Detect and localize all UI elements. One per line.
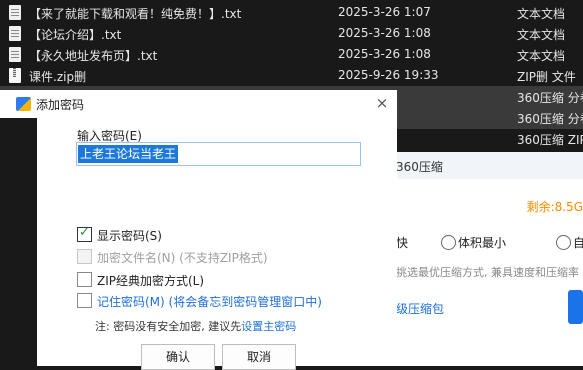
remaining-space-label: 剩余:8.5G (526, 200, 583, 214)
compress-window-titlebar: 360压缩 (396, 152, 583, 179)
remember-password-checkbox[interactable] (77, 293, 92, 308)
file-type: 文本文档 (517, 49, 566, 63)
encrypt-filenames-label: 加密文件名(N) (不支持ZIP格式) (97, 251, 268, 265)
file-type: 360压缩 ZIP (517, 133, 583, 147)
cancel-button[interactable]: 取消 (222, 344, 296, 370)
file-row[interactable]: 【来了就能下载和观看！纯免费！】.txt 2025-3-26 1:07 文本文档 (0, 2, 583, 24)
password-input-value[interactable]: 上老王论坛当老王 (78, 145, 179, 163)
ok-button[interactable]: 确认 (141, 344, 215, 370)
dialog-body: 输入密码(E) 上老王论坛当老王 显示密码(S) 加密文件名(N) (不支持ZI… (37, 118, 397, 370)
password-input[interactable]: 上老王论坛当老王 (76, 142, 361, 166)
compression-hint: 挑选最优压缩方式, 兼具速度和压缩率 (396, 266, 579, 279)
security-note: 注: 密码没有安全加密, 建议先设置主密码 (95, 318, 296, 334)
custom-option-label[interactable]: 自 (573, 234, 583, 251)
zip-file-icon (9, 68, 21, 83)
file-date: 2025-9-26 19:33 (338, 68, 439, 82)
file-name: 【永久地址发布页】.txt (29, 49, 158, 63)
file-date: 2025-3-26 1:07 (338, 5, 431, 19)
file-type: 360压缩 分卷 (517, 91, 583, 105)
compress-window: 360压缩 剩余:8.5G 快 体积最小 自 挑选最优压缩方式, 兼具速度和压缩… (396, 152, 583, 366)
txt-file-icon (9, 26, 21, 41)
file-row[interactable]: 课件.zip删 2025-9-26 19:33 ZIP删 文件 (0, 65, 583, 87)
zip-classic-label[interactable]: ZIP经典加密方式(L) (97, 272, 204, 289)
security-note-text: 注: 密码没有安全加密, 建议先 (95, 320, 242, 333)
file-type: ZIP删 文件 (517, 70, 576, 84)
remember-password-label[interactable]: 记住密码(M) (将会备忘到密码管理窗口中) (97, 293, 322, 310)
show-password-label[interactable]: 显示密码(S) (97, 227, 162, 244)
file-row[interactable]: 【论坛介绍】.txt 2025-3-26 1:08 文本文档 (0, 23, 583, 45)
archive-app-icon (16, 97, 31, 111)
dialog-left-edge (0, 118, 37, 366)
file-type: 文本文档 (517, 28, 566, 42)
file-date: 2025-3-26 1:08 (338, 47, 431, 61)
file-name: 课件.zip删 (29, 70, 87, 84)
add-password-dialog: 添加密码 × 输入密码(E) 上老王论坛当老王 显示密码(S) 加密文件名(N)… (0, 90, 397, 370)
encrypt-filenames-checkbox (77, 249, 92, 264)
start-compress-button[interactable] (568, 290, 583, 324)
file-date: 2025-3-26 1:08 (338, 26, 431, 40)
dialog-title: 添加密码 (36, 98, 85, 112)
file-name: 【论坛介绍】.txt (29, 28, 122, 42)
show-password-checkbox[interactable] (77, 225, 92, 242)
file-name: 【来了就能下载和观看！纯免费！】.txt (29, 7, 242, 21)
compress-window-title: 360压缩 (396, 160, 443, 174)
custom-option-radio[interactable] (556, 235, 571, 250)
advanced-package-link[interactable]: 级压缩包 (396, 300, 444, 317)
file-type: 文本文档 (517, 7, 566, 21)
set-master-password-link[interactable]: 设置主密码 (241, 320, 296, 333)
txt-file-icon (9, 5, 21, 20)
zip-classic-checkbox[interactable] (77, 272, 92, 287)
speed-option-label[interactable]: 快 (396, 234, 408, 251)
txt-file-icon (9, 47, 21, 62)
smallest-size-radio[interactable] (441, 235, 456, 250)
smallest-size-option-label[interactable]: 体积最小 (458, 234, 506, 251)
file-row[interactable]: 【永久地址发布页】.txt 2025-3-26 1:08 文本文档 (0, 44, 583, 66)
close-icon[interactable]: × (372, 93, 392, 113)
dialog-titlebar: 添加密码 × (0, 90, 397, 118)
file-type: 360压缩 分卷 (517, 112, 583, 126)
